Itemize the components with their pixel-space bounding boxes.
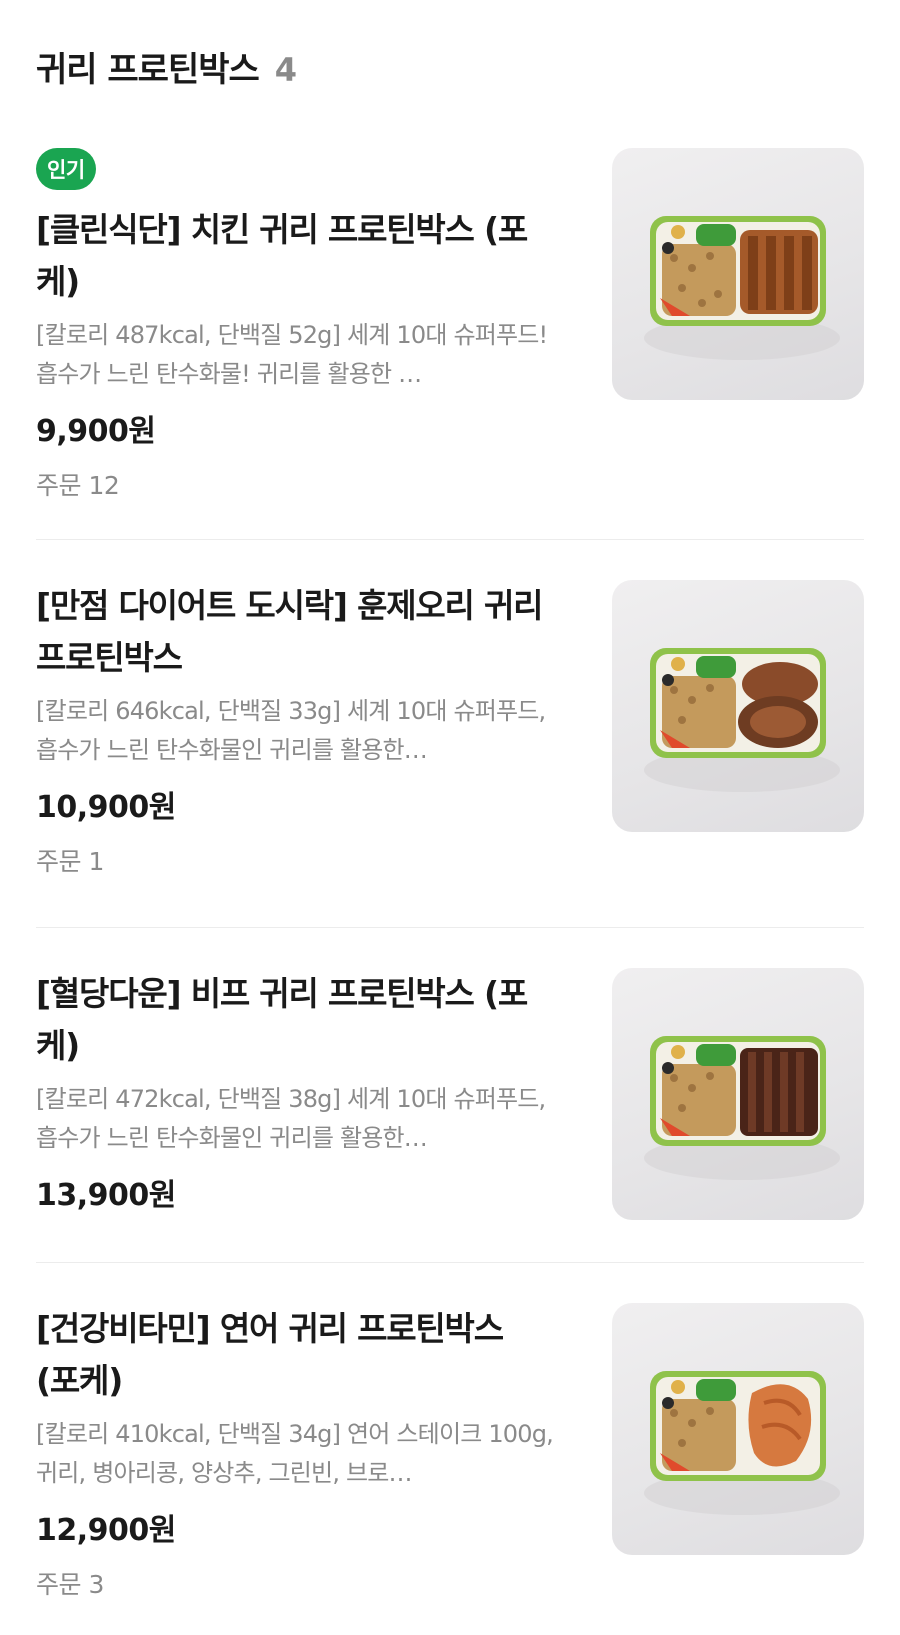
menu-item-order-count: 주문 12: [36, 471, 120, 500]
menu-item-info: 인기 [클린식단] 치킨 귀리 프로틴박스 (포케) [칼로리 487kcal,…: [36, 148, 556, 539]
duck-protein-box-image[interactable]: [612, 580, 864, 832]
menu-item-info: [혈당다운] 비프 귀리 프로틴박스 (포케) [칼로리 472kcal, 단백…: [36, 968, 556, 1262]
menu-item-chicken[interactable]: 인기 [클린식단] 치킨 귀리 프로틴박스 (포케) [칼로리 487kcal,…: [36, 135, 864, 540]
menu-item-description: [칼로리 487kcal, 단백질 52g] 세계 10대 슈퍼푸드! 흡수가 …: [36, 321, 548, 388]
section-count: 4: [274, 51, 298, 89]
menu-item-info: [만점 다이어트 도시락] 훈제오리 귀리 프로틴박스 [칼로리 646kcal…: [36, 580, 556, 927]
menu-item-name: [혈당다운] 비프 귀리 프로틴박스 (포케): [36, 974, 528, 1065]
menu-item-description: [칼로리 472kcal, 단백질 38g] 세계 10대 슈퍼푸드, 흡수가 …: [36, 1085, 546, 1152]
section-header: 귀리 프로틴박스 4: [36, 0, 864, 135]
menu-item-order-count: 주문 3: [36, 1570, 104, 1599]
menu-item-salmon[interactable]: [건강비타민] 연어 귀리 프로틴박스 (포케) [칼로리 410kcal, 단…: [36, 1263, 864, 1635]
popular-badge: 인기: [36, 148, 96, 190]
menu-item-price: 13,900원: [36, 1178, 176, 1213]
food-photo-icon: [644, 216, 840, 360]
food-photo-icon: [644, 648, 840, 792]
menu-item-duck[interactable]: [만점 다이어트 도시락] 훈제오리 귀리 프로틴박스 [칼로리 646kcal…: [36, 540, 864, 928]
menu-item-name: [만점 다이어트 도시락] 훈제오리 귀리 프로틴박스: [36, 586, 544, 677]
section-title: 귀리 프로틴박스: [36, 50, 260, 90]
menu-page: 귀리 프로틴박스 4 인기 [클린식단] 치킨 귀리 프로틴박스 (포케) [칼…: [0, 0, 900, 1635]
menu-item-price: 12,900원: [36, 1513, 176, 1548]
food-photo-icon: [644, 1036, 840, 1180]
menu-item-name: [클린식단] 치킨 귀리 프로틴박스 (포케): [36, 210, 528, 301]
menu-item-info: [건강비타민] 연어 귀리 프로틴박스 (포케) [칼로리 410kcal, 단…: [36, 1303, 556, 1635]
menu-item-description: [칼로리 646kcal, 단백질 33g] 세계 10대 슈퍼푸드, 흡수가 …: [36, 697, 546, 764]
food-photo-icon: [644, 1371, 840, 1515]
beef-protein-box-image[interactable]: [612, 968, 864, 1220]
chicken-protein-box-image[interactable]: [612, 148, 864, 400]
menu-item-description: [칼로리 410kcal, 단백질 34g] 연어 스테이크 100g, 귀리,…: [36, 1420, 554, 1487]
menu-item-name: [건강비타민] 연어 귀리 프로틴박스 (포케): [36, 1309, 504, 1400]
menu-item-price: 10,900원: [36, 790, 176, 825]
menu-item-price: 9,900원: [36, 414, 156, 449]
menu-list: 인기 [클린식단] 치킨 귀리 프로틴박스 (포케) [칼로리 487kcal,…: [36, 135, 864, 1635]
menu-item-beef[interactable]: [혈당다운] 비프 귀리 프로틴박스 (포케) [칼로리 472kcal, 단백…: [36, 928, 864, 1263]
salmon-protein-box-image[interactable]: [612, 1303, 864, 1555]
menu-item-order-count: 주문 1: [36, 847, 104, 876]
